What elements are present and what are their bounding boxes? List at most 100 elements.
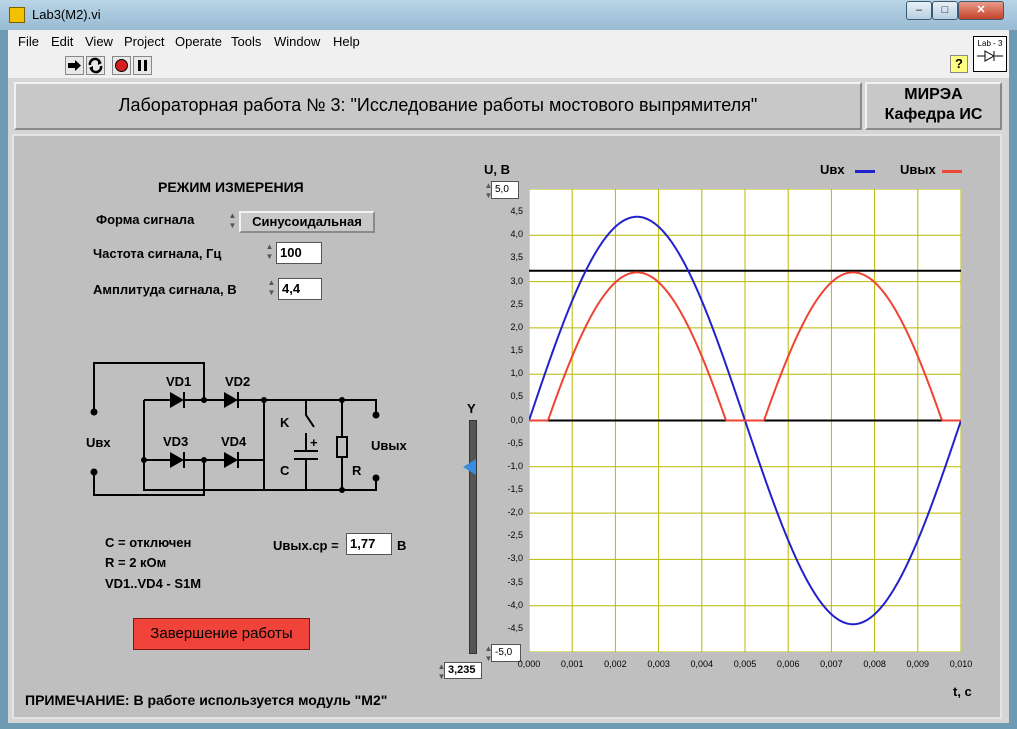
y-tick-label: -3,5 <box>507 576 523 587</box>
y-tick-label: -4,5 <box>507 622 523 633</box>
y-tick-label: -2,0 <box>507 507 523 518</box>
y-tick-label: 4,0 <box>510 229 523 240</box>
y-tick-label: -0,5 <box>507 437 523 448</box>
amp-label: Амплитуда сигнала, В <box>93 282 237 297</box>
mode-title: РЕЖИМ ИЗМЕРЕНИЯ <box>158 179 304 195</box>
switch-k-label: K <box>280 415 290 430</box>
resistor-r-label: R <box>352 463 362 478</box>
x-tick-label: 0,005 <box>733 659 757 669</box>
x-tick-label: 0,004 <box>690 659 714 669</box>
x-tick-label: 0,010 <box>949 659 973 669</box>
y-tick-label: 0,0 <box>510 414 523 425</box>
x-tick-label: 0,007 <box>820 659 843 669</box>
run-arrow-icon <box>68 60 81 71</box>
capacitor-state: C = отключен <box>105 535 192 550</box>
diode-icon <box>977 50 1003 62</box>
menu-edit[interactable]: Edit <box>51 34 73 49</box>
diodes-type: VD1..VD4 - S1M <box>105 576 202 591</box>
x-tick-label: 0,001 <box>560 659 584 669</box>
vi-icon-label: Lab - 3 <box>977 39 1003 48</box>
menu-help[interactable]: Help <box>333 34 360 49</box>
maximize-button[interactable]: □ <box>932 1 958 20</box>
x-axis-title: t, с <box>953 684 972 699</box>
uin-label: Uвх <box>86 435 111 450</box>
signal-form-label: Форма сигнала <box>96 212 195 227</box>
menu-window[interactable]: Window <box>274 34 320 49</box>
menu-tools[interactable]: Tools <box>231 34 261 49</box>
uavg-label: Uвых.ср = <box>273 538 339 553</box>
labview-app-icon <box>9 7 25 23</box>
freq-input[interactable]: 100 <box>276 242 322 264</box>
y-tick-label: -1,0 <box>507 460 523 471</box>
y-slider-track[interactable] <box>469 420 477 654</box>
amp-increment-icon[interactable]: ▲ ▼ <box>267 278 276 300</box>
y-tick-label: -1,5 <box>507 483 523 494</box>
window-title: Lab3(M2).vi <box>32 7 101 22</box>
x-tick-label: 0,006 <box>776 659 800 669</box>
x-tick-label: 0,000 <box>517 659 541 669</box>
legend-uin-swatch <box>855 170 875 173</box>
toolbar <box>8 52 1009 79</box>
y-tick-label: -4,0 <box>507 599 523 610</box>
vd4-label: VD4 <box>221 434 247 449</box>
y-axis-title: U, В <box>484 162 510 177</box>
y-tick-label: 2,5 <box>510 298 523 309</box>
freq-label: Частота сигнала, Гц <box>93 246 222 261</box>
vd3-label: VD3 <box>163 434 189 449</box>
capacitor-plus-label: + <box>310 435 318 450</box>
pause-button[interactable] <box>133 56 152 75</box>
menu-project[interactable]: Project <box>124 34 164 49</box>
run-continuously-icon <box>88 57 103 74</box>
legend-uout-label: Uвых <box>900 162 936 177</box>
freq-increment-icon[interactable]: ▲ ▼ <box>265 242 274 264</box>
slider-label: Y <box>467 401 476 416</box>
close-button[interactable]: ✕ <box>958 1 1004 20</box>
title-bar <box>0 0 1017 30</box>
slider-value[interactable]: 3,235 <box>444 662 482 679</box>
capacitor-c-label: C <box>280 463 290 478</box>
vd2-label: VD2 <box>225 374 251 389</box>
y-tick-label: -2,5 <box>507 530 523 541</box>
x-tick-label: 0,009 <box>906 659 930 669</box>
abort-icon <box>115 59 128 72</box>
amp-input[interactable]: 4,4 <box>278 278 322 300</box>
context-help-button[interactable]: ? <box>950 55 968 73</box>
legend-uin-label: Uвх <box>820 162 845 177</box>
run-button[interactable] <box>65 56 84 75</box>
resistance-value: R = 2 кОм <box>105 555 167 570</box>
department-name: Кафедра ИС <box>884 106 983 123</box>
y-tick-label: 0,5 <box>510 391 523 402</box>
signal-form-ring[interactable]: Синусоидальная <box>239 211 375 233</box>
x-tick-label: 0,003 <box>647 659 670 669</box>
y-tick-label: -3,0 <box>507 553 523 564</box>
waveform-graph[interactable] <box>529 189 961 652</box>
finish-work-button[interactable]: Завершение работы <box>133 618 310 650</box>
vd1-label: VD1 <box>166 374 192 389</box>
run-continuously-button[interactable] <box>86 56 105 75</box>
uout-label: Uвых <box>371 438 407 453</box>
y-tick-label: 1,0 <box>510 368 523 379</box>
x-tick-label: 0,008 <box>863 659 886 669</box>
y-slider-thumb[interactable] <box>463 459 476 475</box>
abort-button[interactable] <box>112 56 131 75</box>
menu-operate[interactable]: Operate <box>175 34 222 49</box>
menu-view[interactable]: View <box>85 34 113 49</box>
y-tick-label: 1,5 <box>510 345 523 356</box>
y-tick-label: 3,0 <box>510 275 523 286</box>
signal-form-spin-icon[interactable]: ▲ ▼ <box>228 211 237 233</box>
org-name: МИРЭА <box>904 86 963 103</box>
uavg-indicator: 1,77 <box>346 533 392 555</box>
x-tick-label: 0,002 <box>604 659 627 669</box>
y-tick-label: 3,5 <box>510 252 523 263</box>
note-text: ПРИМЕЧАНИЕ: В работе используется модуль… <box>25 692 388 708</box>
menu-file[interactable]: File <box>18 34 39 49</box>
vi-icon: Lab - 3 <box>973 36 1007 72</box>
minimize-button[interactable]: – <box>906 1 932 20</box>
legend-uout-swatch <box>942 170 962 173</box>
pause-icon <box>138 60 147 71</box>
ymax-input[interactable]: 5,0 <box>491 181 519 199</box>
uavg-unit: В <box>397 538 407 553</box>
y-tick-label: 2,0 <box>510 321 523 332</box>
page-title: Лабораторная работа № 3: "Исследование р… <box>118 95 758 115</box>
y-tick-label: 4,5 <box>510 206 523 217</box>
